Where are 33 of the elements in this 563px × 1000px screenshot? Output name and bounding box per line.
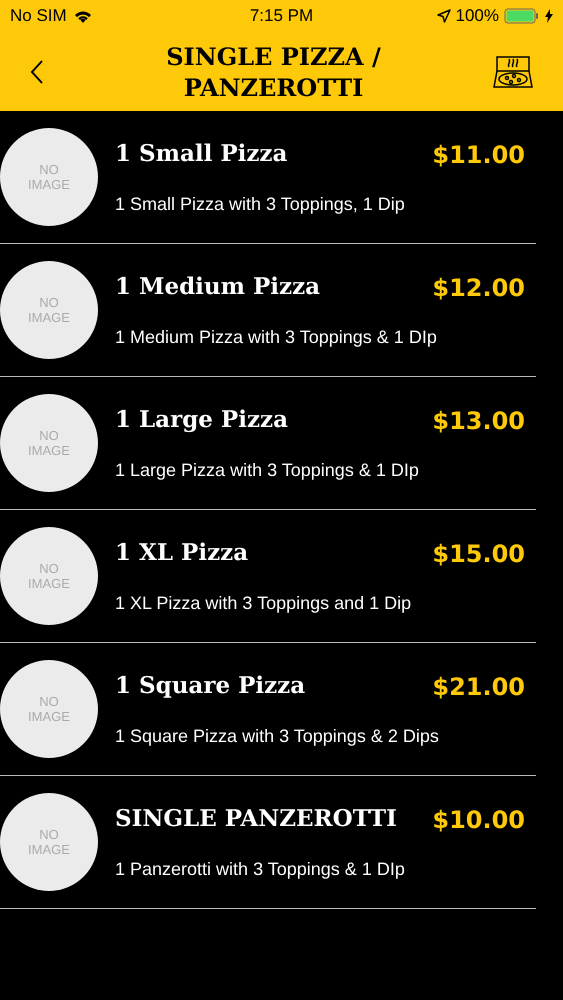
- item-price: $12.00: [432, 272, 525, 304]
- item-price: $21.00: [432, 672, 525, 702]
- item-price: $10.00: [432, 804, 525, 836]
- item-description: 1 Medium Pizza with 3 Toppings & 1 DIp: [115, 326, 438, 349]
- item-description: 1 Panzerotti with 3 Toppings & 1 DIp: [115, 858, 406, 881]
- item-description: 1 XL Pizza with 3 Toppings and 1 Dip: [115, 592, 412, 615]
- item-price: $11.00: [432, 140, 525, 170]
- location-arrow-icon: [436, 9, 451, 23]
- back-chevron-icon: [30, 58, 44, 84]
- item-description: 1 Small Pizza with 3 Toppings, 1 Dip: [115, 192, 406, 216]
- item-name: 1 Large Pizza: [115, 405, 288, 436]
- no-image-text: NO IMAGE: [27, 428, 71, 458]
- battery-percent-text: 100%: [456, 5, 499, 28]
- battery-icon: [504, 8, 540, 24]
- no-image-text: NO IMAGE: [27, 162, 71, 192]
- item-description: 1 Large Pizza with 3 Toppings & 1 DIp: [115, 458, 420, 482]
- item-name: 1 Medium Pizza: [115, 272, 320, 302]
- carrier-text: No SIM: [10, 5, 67, 28]
- no-image-text: NO IMAGE: [27, 561, 71, 591]
- item-name: 1 Square Pizza: [115, 671, 306, 702]
- item-name: 1 XL Pizza: [115, 538, 248, 568]
- wifi-icon: [72, 8, 93, 24]
- item-price: $15.00: [432, 538, 525, 570]
- item-price: $13.00: [432, 406, 525, 436]
- clock-text: 7:15 PM: [250, 5, 314, 28]
- charging-bolt-icon: [545, 9, 553, 23]
- no-image-text: NO IMAGE: [27, 295, 71, 325]
- page-title: SINGLE PIZZA / PANZEROTTI: [165, 40, 382, 102]
- no-image-text: NO IMAGE: [27, 827, 71, 857]
- item-name: SINGLE PANZEROTTI: [115, 804, 397, 834]
- item-name: 1 Small Pizza: [115, 139, 288, 170]
- item-description: 1 Square Pizza with 3 Toppings & 2 Dips: [115, 724, 440, 748]
- no-image-text: NO IMAGE: [27, 694, 71, 724]
